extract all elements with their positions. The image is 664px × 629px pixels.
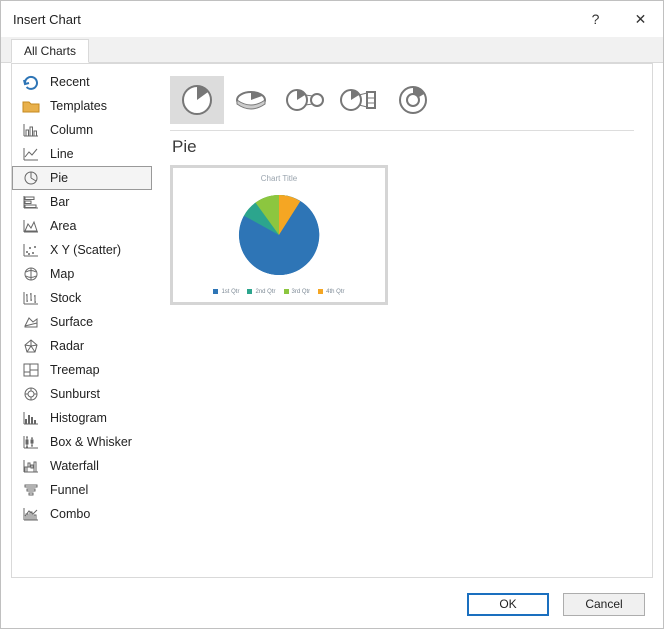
sidebar-item-label: Box & Whisker xyxy=(50,435,132,449)
close-button[interactable]: ✕ xyxy=(618,1,663,37)
preview-legend: 1st Qtr 2nd Qtr 3rd Qtr 4th Qtr xyxy=(213,289,344,295)
sidebar-item-pie[interactable]: Pie xyxy=(12,166,152,190)
subtype-pie-of-pie[interactable] xyxy=(278,76,332,124)
area-chart-icon xyxy=(22,217,40,235)
sidebar-item-scatter[interactable]: X Y (Scatter) xyxy=(12,238,152,262)
sidebar-item-label: Area xyxy=(50,219,76,233)
sidebar-item-waterfall[interactable]: Waterfall xyxy=(12,454,152,478)
pie-chart-icon xyxy=(22,169,40,187)
dialog-title: Insert Chart xyxy=(13,12,81,27)
bar-chart-icon xyxy=(22,193,40,211)
subtype-bar-of-pie[interactable] xyxy=(332,76,386,124)
sidebar-item-label: Recent xyxy=(50,75,90,89)
folder-icon xyxy=(22,97,40,115)
line-chart-icon xyxy=(22,145,40,163)
titlebar: Insert Chart ? ✕ xyxy=(1,1,663,37)
scatter-chart-icon xyxy=(22,241,40,259)
selected-subtype-label: Pie xyxy=(172,137,634,157)
sidebar-item-stock[interactable]: Stock xyxy=(12,286,152,310)
sidebar-item-map[interactable]: Map xyxy=(12,262,152,286)
sidebar-item-label: Radar xyxy=(50,339,84,353)
sidebar-item-label: Funnel xyxy=(50,483,88,497)
sidebar-item-label: X Y (Scatter) xyxy=(50,243,121,257)
sidebar-item-surface[interactable]: Surface xyxy=(12,310,152,334)
column-chart-icon xyxy=(22,121,40,139)
sidebar-item-line[interactable]: Line xyxy=(12,142,152,166)
content-area: Recent Templates Column Line xyxy=(11,63,653,578)
sidebar-item-label: Column xyxy=(50,123,93,137)
ok-button[interactable]: OK xyxy=(467,593,549,616)
preview-title: Chart Title xyxy=(261,174,297,183)
sidebar-item-label: Line xyxy=(50,147,74,161)
sidebar-item-bar[interactable]: Bar xyxy=(12,190,152,214)
sidebar-item-label: Combo xyxy=(50,507,90,521)
sidebar-item-label: Templates xyxy=(50,99,107,113)
radar-chart-icon xyxy=(22,337,40,355)
subtype-pie[interactable] xyxy=(170,76,224,124)
sidebar-item-label: Sunburst xyxy=(50,387,100,401)
subtype-doughnut[interactable] xyxy=(386,76,440,124)
pie-preview-svg xyxy=(229,185,329,285)
insert-chart-dialog: Insert Chart ? ✕ All Charts Recent Templ… xyxy=(0,0,664,629)
sidebar-item-templates[interactable]: Templates xyxy=(12,94,152,118)
map-chart-icon xyxy=(22,265,40,283)
chart-preview[interactable]: Chart Title xyxy=(170,165,388,305)
sunburst-chart-icon xyxy=(22,385,40,403)
chart-subtype-row xyxy=(170,76,634,124)
sidebar-item-treemap[interactable]: Treemap xyxy=(12,358,152,382)
sidebar-item-label: Histogram xyxy=(50,411,107,425)
funnel-chart-icon xyxy=(22,481,40,499)
sidebar-item-column[interactable]: Column xyxy=(12,118,152,142)
sidebar-item-label: Surface xyxy=(50,315,93,329)
sidebar-item-combo[interactable]: Combo xyxy=(12,502,152,526)
sidebar-item-area[interactable]: Area xyxy=(12,214,152,238)
sidebar-item-histogram[interactable]: Histogram xyxy=(12,406,152,430)
surface-chart-icon xyxy=(22,313,40,331)
treemap-chart-icon xyxy=(22,361,40,379)
sidebar-item-radar[interactable]: Radar xyxy=(12,334,152,358)
combo-chart-icon xyxy=(22,505,40,523)
box-whisker-chart-icon xyxy=(22,433,40,451)
histogram-chart-icon xyxy=(22,409,40,427)
main-panel: Pie Chart Title xyxy=(152,64,652,577)
sidebar-item-sunburst[interactable]: Sunburst xyxy=(12,382,152,406)
separator xyxy=(170,130,634,131)
sidebar-item-box-whisker[interactable]: Box & Whisker xyxy=(12,430,152,454)
sidebar-item-label: Treemap xyxy=(50,363,100,377)
chart-category-list: Recent Templates Column Line xyxy=(12,64,152,577)
sidebar-item-label: Pie xyxy=(50,171,68,185)
sidebar-item-label: Bar xyxy=(50,195,69,209)
stock-chart-icon xyxy=(22,289,40,307)
tab-all-charts[interactable]: All Charts xyxy=(11,39,89,63)
help-button[interactable]: ? xyxy=(573,1,618,37)
recent-icon xyxy=(22,73,40,91)
sidebar-item-recent[interactable]: Recent xyxy=(12,70,152,94)
sidebar-item-label: Waterfall xyxy=(50,459,99,473)
cancel-button[interactable]: Cancel xyxy=(563,593,645,616)
sidebar-item-funnel[interactable]: Funnel xyxy=(12,478,152,502)
tab-strip: All Charts xyxy=(1,37,663,63)
sidebar-item-label: Stock xyxy=(50,291,81,305)
sidebar-item-label: Map xyxy=(50,267,74,281)
waterfall-chart-icon xyxy=(22,457,40,475)
subtype-3d-pie[interactable] xyxy=(224,76,278,124)
dialog-footer: OK Cancel xyxy=(1,586,663,628)
